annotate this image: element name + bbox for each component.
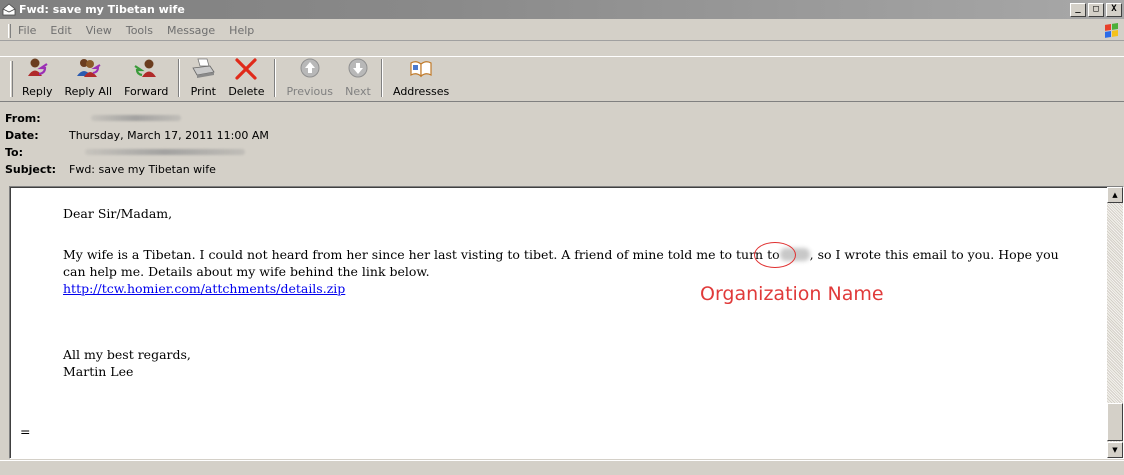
next-label: Next bbox=[345, 85, 371, 98]
address-book-icon bbox=[408, 56, 434, 82]
title-bar: Fwd: save my Tibetan wife _ □ X bbox=[0, 0, 1124, 19]
envelope-icon bbox=[2, 3, 16, 16]
to-label: To: bbox=[5, 146, 23, 159]
forward-button[interactable]: Forward bbox=[118, 57, 174, 101]
menu-message[interactable]: Message bbox=[160, 24, 222, 37]
date-row: Date: Thursday, March 17, 2011 11:00 AM bbox=[5, 129, 269, 142]
message-headers: From: Date: Thursday, March 17, 2011 11:… bbox=[0, 109, 1124, 179]
addresses-button[interactable]: Addresses bbox=[387, 57, 455, 101]
delete-button[interactable]: Delete bbox=[222, 57, 270, 101]
menu-bar: File Edit View Tools Message Help bbox=[0, 21, 1124, 41]
subject-value: Fwd: save my Tibetan wife bbox=[69, 163, 216, 176]
menu-view[interactable]: View bbox=[79, 24, 119, 37]
vertical-scrollbar[interactable]: ▲ ▼ bbox=[1107, 187, 1123, 458]
trailer-text: = bbox=[20, 424, 31, 439]
minimize-button[interactable]: _ bbox=[1070, 2, 1086, 17]
reply-label: Reply bbox=[22, 85, 53, 98]
close-button[interactable]: X bbox=[1106, 2, 1122, 17]
to-row: To: bbox=[5, 146, 245, 159]
message-body[interactable]: Dear Sir/Madam, My wife is a Tibetan. I … bbox=[9, 186, 1124, 459]
greeting: Dear Sir/Madam, bbox=[63, 206, 173, 221]
previous-button[interactable]: Previous bbox=[280, 57, 339, 101]
scroll-up-button[interactable]: ▲ bbox=[1107, 187, 1123, 203]
reply-all-label: Reply All bbox=[64, 85, 113, 98]
subject-row: Subject: Fwd: save my Tibetan wife bbox=[5, 163, 216, 176]
to-redacted bbox=[85, 149, 245, 155]
addresses-label: Addresses bbox=[392, 85, 450, 98]
toolbar: Reply Reply All Forward Print Delete Pre… bbox=[0, 56, 1124, 102]
menu-file[interactable]: File bbox=[11, 24, 43, 37]
up-arrow-icon bbox=[297, 56, 323, 82]
menu-edit[interactable]: Edit bbox=[43, 24, 78, 37]
reply-all-icon bbox=[75, 56, 101, 82]
from-label: From: bbox=[5, 112, 41, 125]
down-arrow-icon bbox=[345, 56, 371, 82]
menu-tools[interactable]: Tools bbox=[119, 24, 160, 37]
windows-flag-icon bbox=[1104, 23, 1120, 39]
maximize-button[interactable]: □ bbox=[1088, 2, 1104, 17]
next-button[interactable]: Next bbox=[339, 57, 377, 101]
reply-icon bbox=[24, 56, 50, 82]
organization-highlight-circle bbox=[754, 242, 796, 268]
details-link[interactable]: http://tcw.homier.com/attchments/details… bbox=[63, 281, 345, 296]
body-line-1: My wife is a Tibetan. I could not heard … bbox=[63, 246, 1059, 263]
body-line-1-start: My wife is a Tibetan. I could not heard … bbox=[63, 247, 780, 262]
body-line-1-end: , so I wrote this email to you. Hope you bbox=[809, 247, 1059, 262]
body-line-2: can help me. Details about my wife behin… bbox=[63, 264, 430, 279]
scroll-thumb[interactable] bbox=[1107, 403, 1123, 441]
toolbar-separator bbox=[380, 59, 383, 97]
toolbar-grip bbox=[10, 61, 13, 97]
toolbar-separator bbox=[178, 59, 181, 97]
printer-icon bbox=[190, 56, 216, 82]
menu-help[interactable]: Help bbox=[222, 24, 261, 37]
toolbar-separator bbox=[274, 59, 277, 97]
previous-label: Previous bbox=[286, 85, 333, 98]
reply-button[interactable]: Reply bbox=[16, 57, 58, 101]
from-row: From: bbox=[5, 112, 181, 125]
organization-name-annotation: Organization Name bbox=[700, 283, 884, 305]
signature: Martin Lee bbox=[63, 364, 134, 379]
reply-all-button[interactable]: Reply All bbox=[58, 57, 118, 101]
from-redacted bbox=[91, 115, 181, 121]
print-label: Print bbox=[190, 85, 216, 98]
print-button[interactable]: Print bbox=[184, 57, 222, 101]
body-link-line: http://tcw.homier.com/attchments/details… bbox=[63, 280, 345, 297]
subject-label: Subject: bbox=[5, 163, 57, 176]
date-label: Date: bbox=[5, 129, 39, 142]
date-value: Thursday, March 17, 2011 11:00 AM bbox=[69, 129, 269, 142]
delete-x-icon bbox=[233, 56, 259, 82]
forward-label: Forward bbox=[124, 85, 169, 98]
window-title: Fwd: save my Tibetan wife bbox=[19, 3, 185, 16]
status-bar bbox=[0, 460, 1124, 475]
closing: All my best regards, bbox=[63, 347, 191, 362]
delete-label: Delete bbox=[228, 85, 265, 98]
scroll-down-button[interactable]: ▼ bbox=[1107, 442, 1123, 458]
forward-icon bbox=[133, 56, 159, 82]
